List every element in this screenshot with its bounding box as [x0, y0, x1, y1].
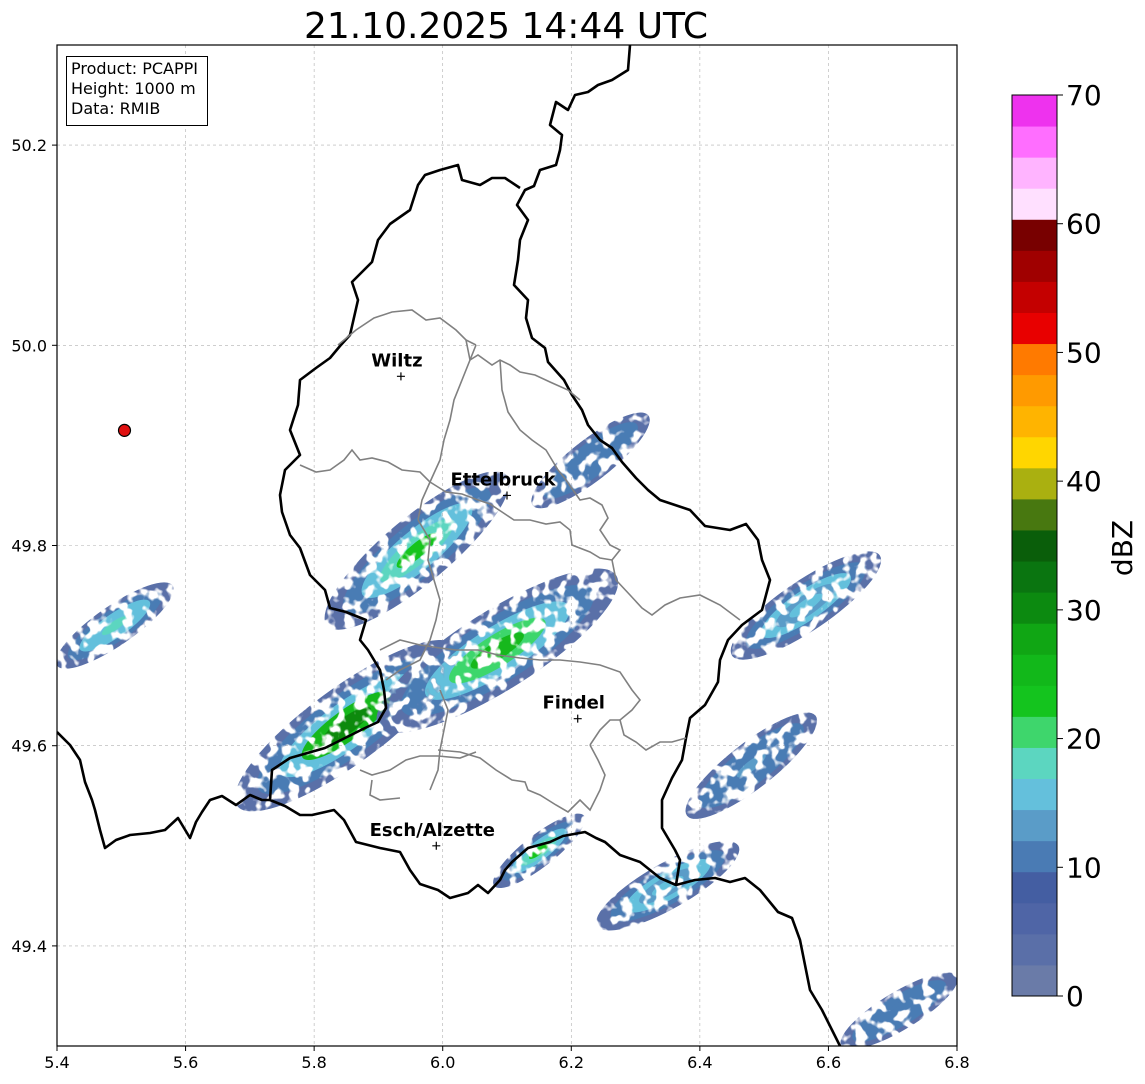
x-tick-label: 5.4 — [44, 1053, 69, 1072]
x-axis-ticks: 5.4 5.6 5.8 6.0 6.2 6.4 6.6 6.8 — [44, 1046, 970, 1072]
city-label: Ettelbruck — [450, 469, 556, 490]
colorbar-segment — [1012, 529, 1057, 562]
map-title: 21.10.2025 14:44 UTC — [304, 6, 708, 47]
colorbar-segment — [1012, 126, 1057, 158]
colorbar-tick-label: 70 — [1066, 79, 1102, 112]
colorbar-tick-label: 50 — [1066, 336, 1102, 369]
colorbar-segment — [1012, 467, 1057, 500]
x-tick-label: 5.8 — [301, 1053, 326, 1072]
colorbar-segment — [1012, 188, 1057, 220]
colorbar-segment — [1012, 250, 1057, 282]
colorbar-segment — [1012, 623, 1057, 655]
city-label: Findel — [542, 693, 605, 714]
data-source-text: Data: RMIB — [71, 99, 161, 118]
colorbar-segment — [1012, 716, 1057, 748]
radar-map-figure: 21.10.2025 14:44 UTC 5.4 5.6 5.8 6.0 6.2 6.4 6… — [11, 6, 1139, 1072]
colorbar-segment — [1012, 809, 1057, 842]
colorbar-segment — [1012, 964, 1057, 997]
radar-site-marker — [117, 423, 132, 437]
colorbar-segment — [1012, 498, 1057, 531]
colorbar-tick-label: 40 — [1066, 465, 1102, 498]
colorbar-tick-label: 30 — [1066, 594, 1102, 627]
x-tick-label: 6.6 — [816, 1053, 841, 1072]
x-tick-label: 5.6 — [173, 1053, 198, 1072]
colorbar-segment — [1012, 312, 1057, 345]
colorbar-segment — [1012, 840, 1057, 873]
city-label: Wiltz — [371, 350, 422, 371]
colorbar-segment — [1012, 871, 1057, 904]
x-tick-label: 6.2 — [559, 1053, 584, 1072]
height-text: Height: 1000 m — [71, 79, 196, 98]
colorbar-segment — [1012, 343, 1057, 376]
colorbar-segment — [1012, 219, 1057, 251]
colorbar — [1012, 95, 1057, 997]
colorbar-segment — [1012, 933, 1057, 966]
y-tick-label: 49.4 — [11, 937, 47, 956]
y-tick-label: 50.2 — [11, 136, 47, 155]
colorbar-tick-label: 10 — [1066, 851, 1102, 884]
colorbar-segment — [1012, 747, 1057, 780]
colorbar-label: dBZ — [1106, 520, 1139, 576]
colorbar-tick-label: 60 — [1066, 208, 1102, 241]
radar-site — [117, 423, 132, 437]
colorbar-segment — [1012, 281, 1057, 313]
product-text: Product: PCAPPI — [71, 59, 199, 78]
product-info-box: Product: PCAPPI Height: 1000 m Data: RMI… — [66, 56, 208, 126]
colorbar-ticks: 0 10 20 30 40 50 60 70 — [1057, 79, 1102, 1013]
x-tick-label: 6.0 — [430, 1053, 455, 1072]
y-axis-ticks: 49.4 49.6 49.8 50.0 50.2 — [11, 136, 57, 956]
city-label: Esch/Alzette — [370, 820, 495, 841]
colorbar-segment — [1012, 654, 1057, 686]
colorbar-segment — [1012, 436, 1057, 469]
colorbar-segment — [1012, 592, 1057, 624]
colorbar-segment — [1012, 157, 1057, 189]
colorbar-segment — [1012, 902, 1057, 935]
colorbar-segment — [1012, 374, 1057, 407]
y-tick-label: 50.0 — [11, 336, 47, 355]
colorbar-segment — [1012, 685, 1057, 717]
colorbar-tick-label: 0 — [1066, 980, 1084, 1013]
y-tick-label: 49.8 — [11, 537, 47, 556]
x-tick-label: 6.8 — [944, 1053, 969, 1072]
colorbar-segment — [1012, 405, 1057, 438]
colorbar-tick-label: 20 — [1066, 723, 1102, 756]
colorbar-segment — [1012, 95, 1057, 127]
colorbar-segment — [1012, 778, 1057, 811]
x-tick-label: 6.4 — [687, 1053, 712, 1072]
y-tick-label: 49.6 — [11, 737, 47, 756]
colorbar-segment — [1012, 561, 1057, 593]
